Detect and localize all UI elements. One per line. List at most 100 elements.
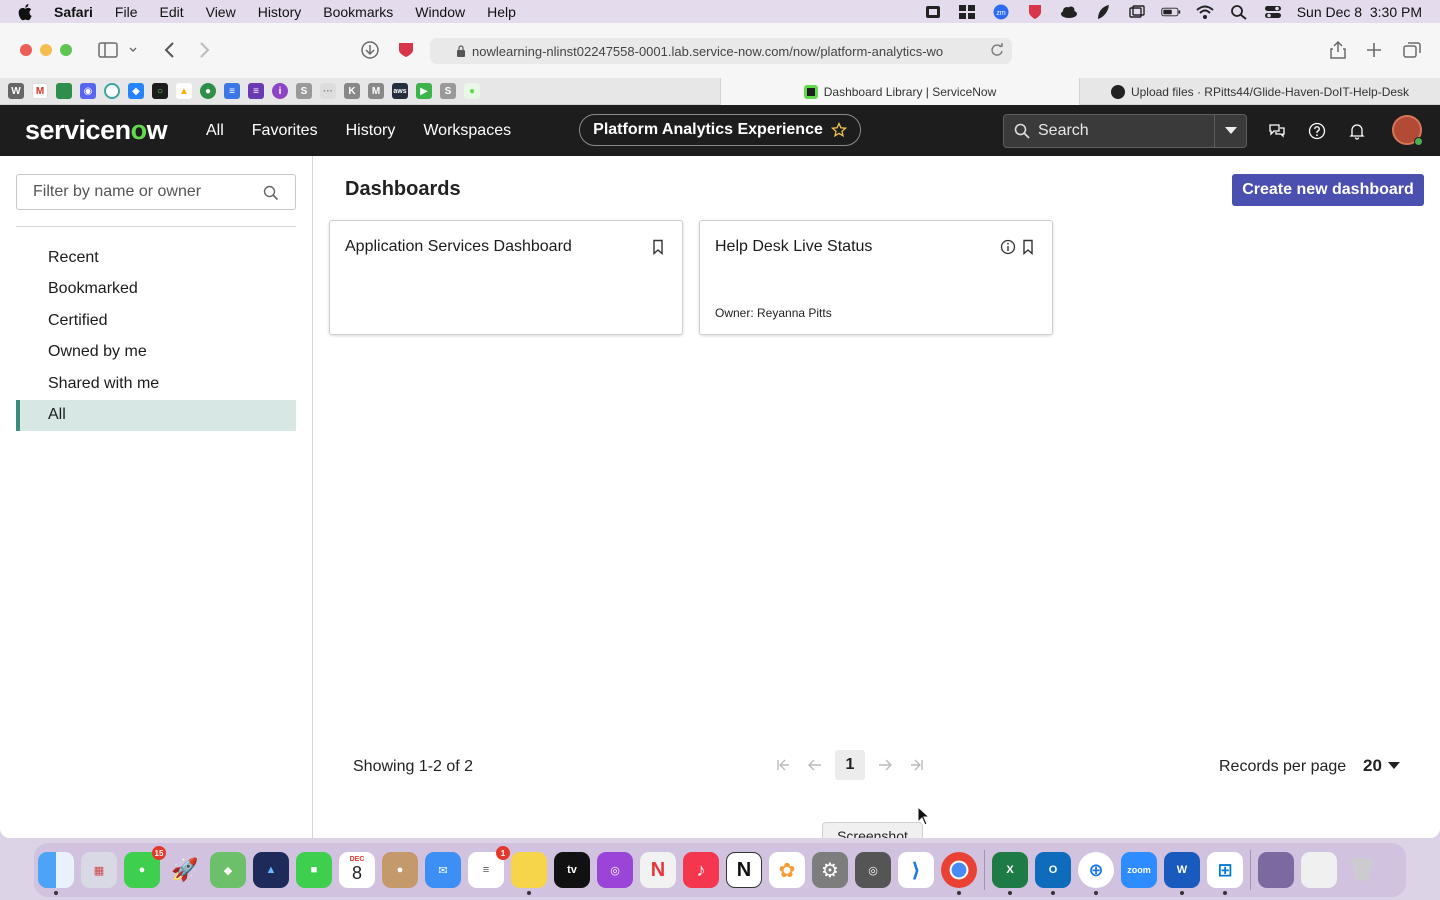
menu-history[interactable]: History [258,4,302,20]
menu-window[interactable]: Window [415,4,465,20]
apple-icon[interactable] [18,3,34,21]
download-icon[interactable] [358,39,382,61]
favorite-k-icon[interactable]: K [344,83,360,99]
menu-view[interactable]: View [206,4,236,20]
zoom-window-button[interactable] [60,44,72,56]
dashboard-card[interactable]: Help Desk Live Status Owner: Reyanna Pit… [699,220,1053,335]
favorite-green-circle-icon[interactable] [104,83,120,99]
favorite-sn-icon[interactable]: ○ [152,83,168,99]
reload-icon[interactable] [990,43,1004,57]
favorite-s-icon[interactable]: S [296,83,312,99]
search-scope-dropdown[interactable] [1214,115,1246,147]
share-icon[interactable] [1326,39,1350,61]
battery-icon[interactable] [1161,4,1181,20]
sidebar-item-certified[interactable]: Certified [16,305,296,337]
menu-help[interactable]: Help [487,4,516,20]
bookmark-icon[interactable] [651,239,665,255]
sidebar-item-shared-with-me[interactable]: Shared with me [16,368,296,400]
calendar-icon[interactable]: DEC 8 [339,852,375,888]
spotlight-icon[interactable] [1229,4,1249,20]
apple-tv-icon[interactable]: tv [554,852,590,888]
favorite-aws-icon[interactable]: aws [392,83,408,99]
favorite-docs-icon[interactable]: ≡ [224,83,240,99]
zoom-icon[interactable]: zoom [1121,852,1157,888]
back-icon[interactable] [158,39,182,61]
menu-clock[interactable]: Sun Dec 8 3:30 PM [1297,4,1422,20]
url-text[interactable]: nowlearning-nlinst02247558-0001.lab.serv… [472,44,982,59]
new-tab-icon[interactable] [1362,39,1386,61]
create-new-dashboard-button[interactable]: Create new dashboard [1232,174,1424,206]
global-search[interactable]: Search [1003,114,1247,148]
tab-overview-icon[interactable] [1400,39,1424,61]
favorite-rss-icon[interactable]: ● [200,83,216,99]
tab-dashboard-library[interactable]: Dashboard Library | ServiceNow [720,78,1080,105]
sidebar-item-recent[interactable]: Recent [16,242,296,274]
affinity-icon[interactable]: ▲ [253,852,289,888]
menu-bookmarks[interactable]: Bookmarks [323,4,393,20]
vscode-icon[interactable]: ⟩ [898,852,934,888]
favorite-purple-circle-icon[interactable]: i [272,83,288,99]
control-center-icon[interactable] [1263,4,1283,20]
windows-app-icon[interactable]: ⊞ [1207,852,1243,895]
servicenow-logo[interactable]: servicenow [25,115,168,146]
dashboard-card-title[interactable]: Help Desk Live Status [715,238,872,256]
leaf-icon[interactable] [1093,4,1113,20]
translate-icon[interactable] [923,4,943,20]
maps-icon[interactable]: ◆ [210,852,246,888]
outlook-icon[interactable]: O [1035,852,1071,895]
favorite-drive-icon[interactable]: ▲ [176,83,192,99]
rocket-icon[interactable]: 🚀 [167,852,203,888]
safari-icon[interactable]: ⊕ [1078,852,1114,895]
menu-file[interactable]: File [115,4,138,20]
sidebar-item-bookmarked[interactable]: Bookmarked [16,274,296,306]
music-icon[interactable]: ♪ [683,852,719,888]
favorite-gmail-icon[interactable]: M [32,83,48,99]
dashboard-card[interactable]: Application Services Dashboard [329,220,683,335]
screenshot-icon[interactable]: ◎ [855,852,891,888]
favorite-green-dot-icon[interactable]: ● [464,83,480,99]
windows-icon[interactable] [1127,4,1147,20]
extension-shield-icon[interactable] [394,39,418,61]
bookmark-icon[interactable] [1021,239,1035,255]
contacts-icon[interactable]: ● [382,852,418,888]
dashboard-card-title[interactable]: Application Services Dashboard [345,238,572,256]
favorite-dots-icon[interactable]: ··· [320,83,336,99]
reminders-icon[interactable]: ≡ 1 [468,846,510,888]
news-icon[interactable]: N [640,852,676,888]
close-window-button[interactable] [20,44,32,56]
nav-history[interactable]: History [346,122,396,140]
previous-page-icon[interactable] [803,753,827,777]
favorite-forms-icon[interactable]: ≡ [248,83,264,99]
system-preferences-icon[interactable]: ⚙ [812,852,848,888]
next-page-icon[interactable] [873,753,897,777]
nav-all[interactable]: All [206,122,224,140]
downloads-stack-icon[interactable] [1258,852,1294,888]
help-icon[interactable] [1308,122,1326,140]
shield-icon[interactable] [1025,4,1045,20]
address-bar[interactable]: nowlearning-nlinst02247558-0001.lab.serv… [430,38,1012,64]
tab-upload-files[interactable]: Upload files · RPitts44/Glide-Haven-DoIT… [1080,78,1440,105]
documents-stack-icon[interactable] [1301,852,1337,888]
minimize-window-button[interactable] [40,44,52,56]
facetime-icon[interactable]: ■ [296,852,332,888]
chat-icon[interactable] [1268,122,1286,140]
menu-edit[interactable]: Edit [159,4,183,20]
menu-app-safari[interactable]: Safari [54,4,93,20]
favorite-jira-icon[interactable]: ◆ [128,83,144,99]
filter-input[interactable]: Filter by name or owner [16,174,296,210]
favorite-sheets-icon[interactable] [56,83,72,99]
favorite-green-play-icon[interactable]: ▶ [416,83,432,99]
records-per-page-select[interactable]: 20 [1363,756,1400,776]
grid-icon[interactable] [957,4,977,20]
forward-icon[interactable] [192,39,216,61]
chevron-down-icon[interactable] [126,39,140,61]
podcasts-icon[interactable]: ◎ [597,852,633,888]
nav-favorites[interactable]: Favorites [252,122,318,140]
trash-icon[interactable]: 🗑 [1344,852,1380,888]
wifi-icon[interactable] [1195,4,1215,20]
launchpad-icon[interactable]: ▦ [81,852,117,888]
last-page-icon[interactable] [905,753,929,777]
favorite-s2-icon[interactable]: S [440,83,456,99]
sidebar-item-owned-by-me[interactable]: Owned by me [16,337,296,369]
mail-icon[interactable]: ✉ [425,852,461,888]
